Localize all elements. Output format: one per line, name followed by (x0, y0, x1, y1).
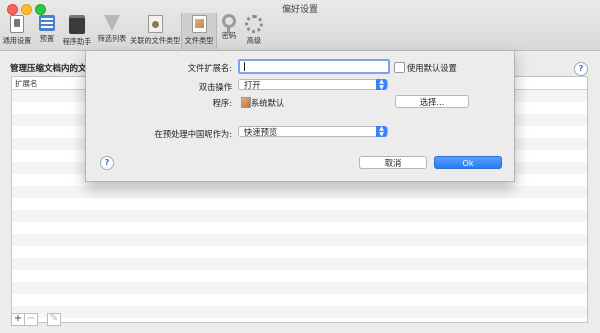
association-icon (147, 15, 163, 33)
chevron-up-down-icon: ▲ ▼ (376, 126, 387, 137)
choose-program-button[interactable]: 选择... (395, 95, 469, 108)
extension-label: 文件扩展名: (187, 63, 232, 73)
ok-button[interactable]: Ok (434, 156, 502, 169)
script-icon (69, 15, 85, 34)
toolbar-item-file-types[interactable]: 文件类型 (181, 13, 217, 49)
toolbar-item-filter[interactable]: 筛选列表 (95, 13, 129, 49)
preview-value: 快速预览 (244, 127, 278, 137)
column-header-extension[interactable]: 扩展名 (15, 78, 38, 89)
table-row (12, 222, 587, 234)
double-click-label: 双击操作 (198, 82, 232, 92)
use-default-label: 使用默认设置 (407, 63, 457, 73)
add-file-type-sheet: 文件扩展名: 使用默认设置 双击操作 打开 ▲ ▼ 程序: 系统默认 选择... … (85, 51, 515, 182)
text-cursor (244, 62, 245, 71)
table-row (12, 306, 587, 318)
toolbar-label: 高级 (246, 36, 262, 45)
table-row (12, 258, 587, 270)
add-extension-button[interactable]: + (11, 313, 25, 326)
double-click-popup[interactable]: 打开 ▲ ▼ (238, 79, 388, 90)
toolbar-item-helper[interactable]: 程序助手 (60, 13, 94, 49)
toolbar-item-presets[interactable]: 预置 (36, 13, 58, 49)
section-title: 管理压缩文档内的文 (10, 64, 87, 74)
table-row (12, 246, 587, 258)
filter-icon (104, 15, 120, 31)
preview-label: 在预处理中国呢作为: (154, 129, 232, 139)
chevron-up-down-icon: ▲ ▼ (376, 79, 387, 90)
toolbar-label: 文件类型 (184, 36, 214, 45)
table-row (12, 234, 587, 246)
toolbar-label: 关联的文件类型 (130, 36, 181, 45)
edit-extension-button[interactable]: ✎ (47, 313, 61, 326)
sheet-help-button[interactable]: ? (100, 156, 114, 170)
gear-icon (245, 15, 263, 33)
use-default-checkbox[interactable] (394, 62, 405, 73)
toolbar-item-advanced[interactable]: 高级 (243, 13, 265, 49)
table-row (12, 282, 587, 294)
toolbar-item-associations[interactable]: 关联的文件类型 (130, 13, 180, 49)
general-icon (10, 15, 24, 33)
table-row (12, 210, 587, 222)
help-button[interactable]: ? (574, 62, 588, 76)
double-click-value: 打开 (244, 80, 261, 90)
key-icon (222, 14, 236, 34)
cancel-button[interactable]: 取消 (359, 156, 427, 169)
file-type-icon (191, 15, 207, 33)
table-row (12, 270, 587, 282)
table-row (12, 198, 587, 210)
table-row (12, 186, 587, 198)
program-value: 系统默认 (251, 98, 285, 108)
remove-extension-button[interactable]: − (24, 313, 38, 326)
preset-icon (39, 15, 55, 31)
toolbar-item-password[interactable]: 密码 (218, 13, 240, 49)
toolbar-label: 通用设置 (2, 36, 32, 45)
table-row (12, 294, 587, 306)
table-controls: + − ✎ (11, 313, 69, 326)
toolbar-item-general[interactable]: 通用设置 (2, 13, 32, 49)
toolbar-label: 程序助手 (62, 37, 92, 46)
preview-popup[interactable]: 快速预览 ▲ ▼ (238, 126, 388, 137)
program-label: 程序: (212, 98, 232, 108)
toolbar-label: 筛选列表 (97, 34, 127, 43)
application-icon (241, 97, 251, 108)
extension-input[interactable] (238, 59, 390, 74)
titlebar: 偏好设置 通用设置 预置 程序助手 筛选列表 关联的文件类型 文件类型 密码 高… (0, 0, 600, 51)
preferences-window: 偏好设置 通用设置 预置 程序助手 筛选列表 关联的文件类型 文件类型 密码 高… (0, 0, 600, 333)
toolbar-label: 预置 (39, 34, 55, 43)
